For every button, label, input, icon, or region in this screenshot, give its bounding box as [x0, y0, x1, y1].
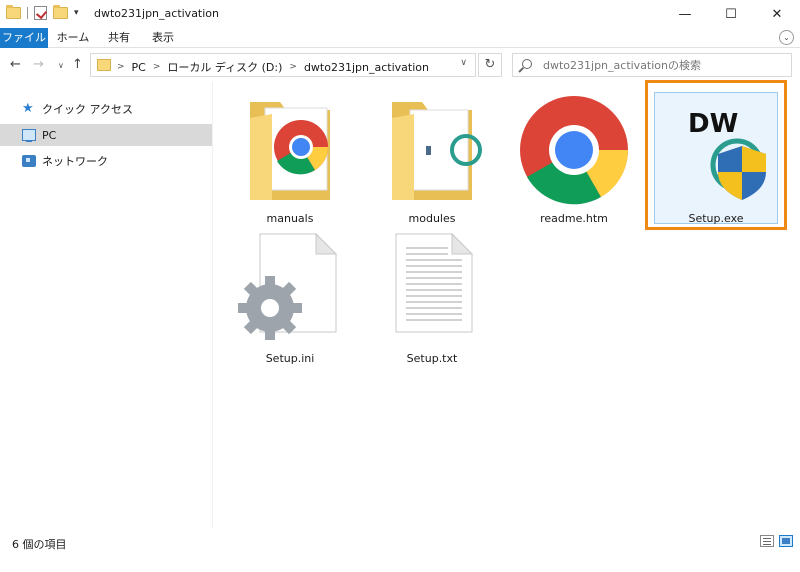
expand-ribbon-icon[interactable]: ⌄ [779, 30, 794, 45]
customize-toolbar-icon[interactable]: ▾ [74, 8, 79, 18]
breadcrumb-local-disk[interactable]: ローカル ディスク (D:) [167, 59, 282, 75]
list-item[interactable]: Setup.txt [362, 228, 502, 368]
sidebar-item-network[interactable]: ネットワーク [0, 150, 212, 172]
breadcrumb-current-folder[interactable]: dwto231jpn_activation [304, 61, 429, 74]
search-input[interactable] [543, 56, 783, 74]
star-icon: ★ [22, 101, 34, 116]
search-box[interactable] [512, 53, 792, 77]
folder-icon [392, 102, 482, 200]
file-name: readme.htm [540, 212, 608, 225]
list-item[interactable]: readme.htm [504, 88, 644, 228]
address-bar[interactable]: > PC > ローカル ディスク (D:) > dwto231jpn_activ… [90, 53, 476, 77]
back-arrow-icon[interactable]: ← [10, 57, 21, 72]
navigation-bar: ← → ∨ ↑ > PC > ローカル ディスク (D:) > dwto231j… [0, 48, 800, 82]
sidebar-item-quick-access[interactable]: ★ クイック アクセス [0, 98, 212, 120]
status-bar: 6 個の項目 [0, 528, 800, 572]
file-name: Setup.txt [406, 352, 458, 365]
network-icon [22, 155, 36, 167]
properties-icon[interactable] [34, 6, 47, 20]
chrome-icon [520, 96, 629, 205]
navigation-pane: ★ クイック アクセス PC ネットワーク [0, 82, 212, 528]
folder-icon [6, 5, 21, 19]
sidebar-item-label: ネットワーク [42, 155, 108, 168]
recent-locations-icon[interactable]: ∨ [58, 61, 64, 70]
close-button[interactable]: ✕ [754, 0, 800, 28]
file-name: modules [408, 212, 456, 225]
window-title: dwto231jpn_activation [94, 7, 220, 20]
details-view-icon[interactable] [760, 535, 774, 547]
pc-icon [22, 129, 36, 142]
file-name: manuals [266, 212, 314, 225]
tab-view[interactable]: 表示 [148, 28, 178, 48]
chevron-right-icon[interactable]: > [289, 62, 297, 72]
ribbon-tabs: ファイル ホーム 共有 表示 ⌄ [0, 28, 800, 48]
list-item[interactable]: manuals [220, 88, 360, 228]
folder-icon [97, 59, 111, 71]
setup-exe-highlight-frame [645, 80, 787, 230]
text-file-icon [395, 232, 474, 333]
sidebar-item-label: クイック アクセス [42, 103, 133, 116]
item-count: 6 個の項目 [12, 538, 67, 551]
title-bar: ▾ dwto231jpn_activation — ☐ ✕ [0, 0, 800, 28]
refresh-button[interactable]: ↻ [478, 53, 502, 77]
new-folder-icon[interactable] [53, 5, 68, 19]
forward-arrow-icon[interactable]: → [33, 57, 44, 72]
list-item[interactable]: Setup.ini [220, 228, 360, 368]
list-item[interactable]: modules [362, 88, 502, 228]
large-icons-view-icon[interactable] [779, 535, 793, 547]
chevron-down-icon[interactable]: ∨ [460, 58, 467, 68]
breadcrumb: > PC > ローカル ディスク (D:) > dwto231jpn_activ… [117, 59, 429, 75]
maximize-button[interactable]: ☐ [708, 0, 754, 28]
up-arrow-icon[interactable]: ↑ [72, 57, 83, 72]
chevron-right-icon[interactable]: > [153, 62, 161, 72]
sidebar-item-pc[interactable]: PC [0, 124, 212, 146]
minimize-button[interactable]: — [662, 0, 708, 28]
divider [27, 7, 28, 19]
sidebar-item-label: PC [42, 128, 57, 142]
chrome-folder-icon [250, 102, 330, 200]
search-icon [522, 59, 532, 69]
file-name: Setup.ini [265, 352, 315, 365]
settings-file-icon [238, 232, 338, 340]
tab-file[interactable]: ファイル [0, 28, 48, 48]
quick-access-toolbar: ▾ [6, 5, 79, 20]
breadcrumb-pc[interactable]: PC [132, 61, 146, 74]
tab-share[interactable]: 共有 [104, 28, 134, 48]
chevron-right-icon[interactable]: > [117, 62, 125, 72]
tab-home[interactable]: ホーム [56, 28, 90, 48]
